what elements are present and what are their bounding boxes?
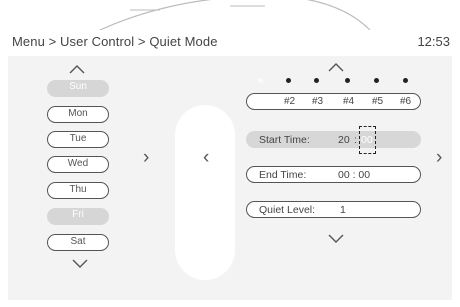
end-time-value[interactable]: 00 : 00 — [338, 169, 370, 181]
edit-cursor — [359, 126, 376, 154]
slot-label-6[interactable]: #6 — [400, 96, 411, 107]
panel-highlight — [175, 105, 235, 280]
slot-selector[interactable]: #2 #3 #4 #5 #6 — [246, 93, 421, 110]
device-outline — [99, 0, 371, 30]
slot-label-5[interactable]: #5 — [372, 96, 383, 107]
day-pill-tue[interactable]: Tue — [47, 131, 109, 148]
slot-label-3[interactable]: #3 — [312, 96, 323, 107]
slot-label-2[interactable]: #2 — [284, 96, 295, 107]
quiet-level-row[interactable]: Quiet Level: 1 — [246, 201, 421, 218]
slot-indicator-dots — [258, 78, 418, 88]
slot-dot-1 — [258, 78, 263, 83]
next-page-chevron-right-icon[interactable]: › — [436, 148, 442, 167]
slot-label-4[interactable]: #4 — [343, 96, 354, 107]
clock: 12:53 — [417, 34, 450, 49]
chevron-right-icon[interactable]: › — [143, 148, 149, 167]
slot-dot-5 — [374, 78, 379, 83]
quiet-level-label: Quiet Level: — [259, 204, 316, 216]
day-down-chevron-icon[interactable] — [72, 258, 88, 270]
start-time-hour[interactable]: 20 — [338, 134, 350, 146]
start-time-separator: : — [354, 134, 357, 146]
end-time-label: End Time: — [259, 169, 307, 181]
day-pill-sat[interactable]: Sat — [47, 234, 109, 251]
start-time-label: Start Time: — [259, 134, 310, 146]
slot-dot-6 — [403, 78, 408, 83]
slot-dot-2 — [286, 78, 291, 83]
day-up-chevron-icon[interactable] — [69, 63, 85, 75]
day-pill-wed[interactable]: Wed — [47, 156, 109, 173]
day-pill-thu[interactable]: Thu — [47, 182, 109, 199]
slot-up-chevron-icon[interactable] — [328, 61, 344, 73]
slot-dot-3 — [314, 78, 319, 83]
chevron-left-icon[interactable]: ‹ — [203, 148, 209, 167]
day-pill-fri[interactable]: Fri — [47, 208, 109, 225]
day-pill-mon[interactable]: Mon — [47, 106, 109, 123]
end-time-row[interactable]: End Time: 00 : 00 — [246, 166, 421, 183]
day-pill-sun[interactable]: Sun — [47, 80, 109, 97]
start-time-row[interactable]: Start Time: 20 : 00 — [246, 131, 421, 148]
slot-dot-4 — [345, 78, 350, 83]
quiet-level-value[interactable]: 1 — [340, 204, 346, 216]
breadcrumb: Menu > User Control > Quiet Mode — [12, 34, 218, 49]
settings-down-chevron-icon[interactable] — [328, 233, 344, 245]
